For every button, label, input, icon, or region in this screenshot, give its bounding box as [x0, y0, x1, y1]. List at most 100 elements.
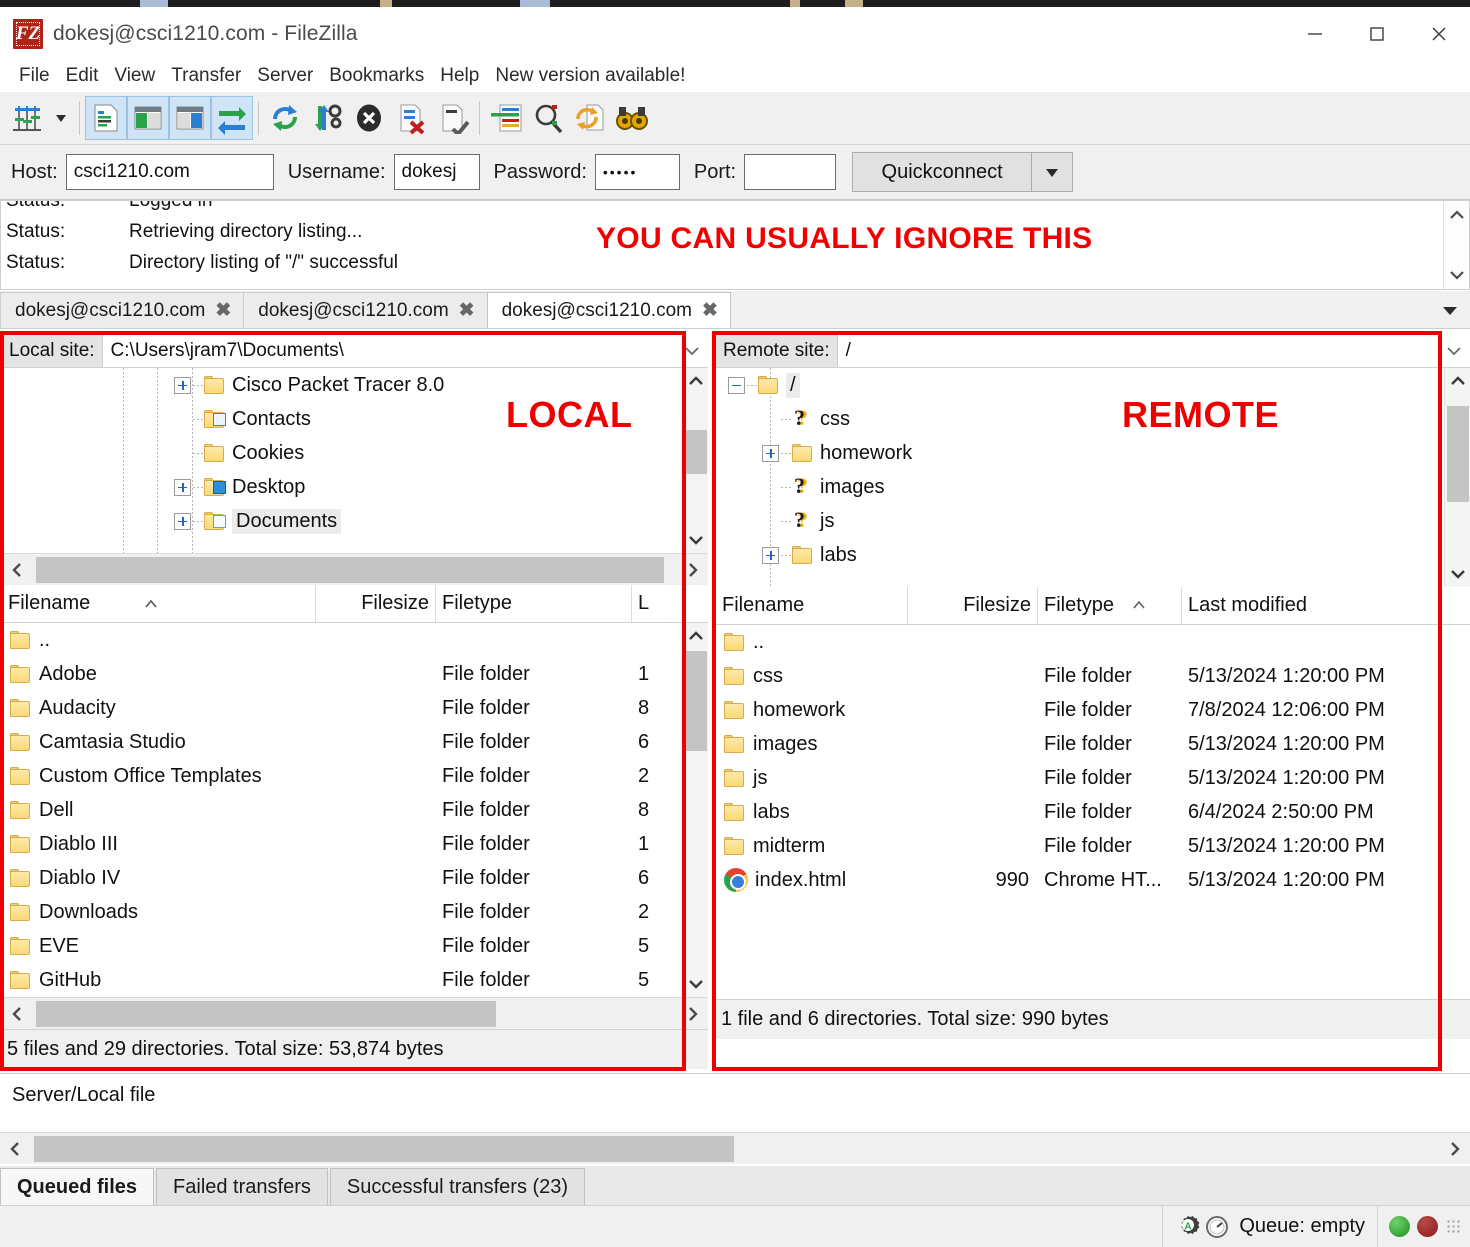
file-row[interactable]: homework File folder 7/8/2024 12:06:00 PM — [716, 693, 1444, 727]
maximize-icon[interactable] — [1346, 7, 1408, 60]
file-row[interactable]: GitHub File folder 5 — [2, 963, 682, 997]
expand-plus-icon[interactable] — [762, 444, 779, 462]
scrollbar-track[interactable] — [32, 998, 678, 1029]
scroll-up-icon[interactable] — [1445, 368, 1470, 394]
menu-view[interactable]: View — [106, 60, 163, 92]
file-row[interactable]: Audacity File folder 8 — [2, 691, 682, 725]
toggle-message-log-icon[interactable] — [85, 96, 127, 140]
scrollbar-thumb[interactable] — [34, 1136, 734, 1162]
scrollbar-track[interactable] — [30, 1133, 1440, 1164]
close-tab-icon[interactable]: ✖ — [459, 299, 475, 322]
port-input[interactable] — [744, 154, 837, 190]
expand-plus-icon[interactable] — [762, 546, 779, 564]
cancel-icon[interactable] — [348, 96, 390, 140]
scroll-down-icon[interactable] — [683, 971, 709, 997]
menu-help[interactable]: Help — [432, 60, 487, 92]
remote-site-chevron-down-icon[interactable] — [1438, 334, 1470, 367]
menu-edit[interactable]: Edit — [58, 60, 107, 92]
scrollbar-thumb[interactable] — [36, 1001, 496, 1027]
menu-server[interactable]: Server — [249, 60, 321, 92]
compare-directories-icon[interactable] — [527, 96, 569, 140]
scroll-down-icon[interactable] — [683, 527, 709, 553]
remote-tree-node-root[interactable]: / — [716, 368, 1444, 402]
file-row[interactable]: js File folder 5/13/2024 1:20:00 PM — [716, 761, 1444, 795]
file-row[interactable]: Downloads File folder 2 — [2, 895, 682, 929]
local-tree-node-documents[interactable]: Documents — [2, 504, 682, 538]
local-tree-node[interactable]: Desktop — [2, 470, 682, 504]
scroll-left-icon[interactable] — [0, 1133, 30, 1165]
local-tree-hscrollbar[interactable] — [2, 553, 708, 585]
remote-tree-node[interactable]: ?? js — [716, 504, 1444, 538]
file-row[interactable]: .. — [716, 625, 1444, 659]
file-row[interactable]: Adobe File folder 1 — [2, 657, 682, 691]
scroll-right-icon[interactable] — [1440, 1133, 1470, 1165]
toggle-local-tree-icon[interactable] — [127, 96, 169, 140]
local-tree-node[interactable]: Cookies — [2, 436, 682, 470]
auto-transfer-gear-icon[interactable]: A — [1175, 1214, 1201, 1240]
filter-icon[interactable] — [485, 96, 527, 140]
scrollbar-thumb[interactable] — [685, 430, 707, 474]
synchronized-browsing-icon[interactable] — [569, 96, 611, 140]
scrollbar-thumb[interactable] — [685, 651, 707, 751]
remote-site-path[interactable]: / — [837, 334, 1438, 367]
host-input[interactable]: csci1210.com — [65, 154, 274, 190]
column-header-filename[interactable]: Filename — [716, 587, 908, 624]
password-input[interactable]: ••••• — [594, 154, 680, 190]
resize-grip-icon[interactable] — [1446, 1218, 1462, 1235]
file-row[interactable]: Dell File folder 8 — [2, 793, 682, 827]
quickconnect-dropdown-caret[interactable] — [1032, 152, 1074, 192]
column-header-filename[interactable]: Filename — [2, 585, 316, 622]
remote-file-list[interactable]: .. css File folder 5/13/2024 1:20:00 PM home… — [716, 625, 1444, 999]
close-tab-icon[interactable]: ✖ — [702, 299, 718, 322]
column-header-filesize[interactable]: Filesize — [316, 585, 436, 622]
scrollbar-thumb[interactable] — [1447, 406, 1469, 502]
toggle-remote-tree-icon[interactable] — [169, 96, 211, 140]
tab-queued-files[interactable]: Queued files — [0, 1168, 155, 1206]
connection-tab-1[interactable]: dokesj@csci1210.com ✖ — [0, 292, 245, 328]
expand-plus-icon[interactable] — [174, 478, 191, 496]
remote-directory-tree[interactable]: / ?? css homework ?? images ? ? js labs — [716, 368, 1444, 587]
remote-tree-scrollbar[interactable] — [1444, 368, 1470, 587]
menu-new-version-available[interactable]: New version available! — [487, 60, 693, 92]
menu-transfer[interactable]: Transfer — [163, 60, 249, 92]
remote-tree-node[interactable]: ?? images — [716, 470, 1444, 504]
local-list-hscrollbar[interactable] — [2, 997, 708, 1029]
file-row[interactable]: labs File folder 6/4/2024 2:50:00 PM — [716, 795, 1444, 829]
connection-tab-3[interactable]: dokesj@csci1210.com ✖ — [486, 292, 731, 328]
scroll-left-icon[interactable] — [2, 554, 32, 586]
transfer-queue-hscrollbar[interactable] — [0, 1132, 1470, 1164]
connection-tab-2[interactable]: dokesj@csci1210.com ✖ — [243, 292, 488, 328]
find-files-icon[interactable] — [611, 96, 653, 140]
column-header-filetype[interactable]: Filetype — [436, 585, 632, 622]
scroll-right-icon[interactable] — [678, 554, 708, 586]
file-row[interactable]: images File folder 5/13/2024 1:20:00 PM — [716, 727, 1444, 761]
quickconnect-button[interactable]: Quickconnect — [852, 152, 1033, 192]
scroll-right-icon[interactable] — [678, 998, 708, 1030]
process-queue-icon[interactable] — [306, 96, 348, 140]
file-row[interactable]: EVE File folder 5 — [2, 929, 682, 963]
remote-tree-node[interactable]: ?? css — [716, 402, 1444, 436]
close-tab-icon[interactable]: ✖ — [215, 299, 231, 322]
remote-tree-node[interactable]: homework — [716, 436, 1444, 470]
speed-limit-icon[interactable] — [1204, 1214, 1230, 1240]
expand-plus-icon[interactable] — [174, 376, 191, 394]
scrollbar-thumb[interactable] — [36, 557, 664, 583]
file-row[interactable]: css File folder 5/13/2024 1:20:00 PM — [716, 659, 1444, 693]
collapse-minus-icon[interactable] — [728, 376, 745, 394]
reconnect-icon[interactable] — [432, 96, 474, 140]
refresh-icon[interactable] — [264, 96, 306, 140]
remote-tree-node[interactable]: labs — [716, 538, 1444, 572]
menu-file[interactable]: File — [11, 60, 58, 92]
minimize-icon[interactable] — [1284, 7, 1346, 60]
message-log-scrollbar[interactable] — [1443, 201, 1469, 289]
menu-bookmarks[interactable]: Bookmarks — [321, 60, 432, 92]
local-site-chevron-down-icon[interactable] — [676, 334, 708, 367]
toggle-transfer-queue-icon[interactable] — [211, 96, 253, 140]
file-row[interactable]: Custom Office Templates File folder 2 — [2, 759, 682, 793]
local-tree-scrollbar[interactable] — [682, 368, 708, 553]
scroll-down-icon[interactable] — [1445, 561, 1470, 587]
tab-failed-transfers[interactable]: Failed transfers — [156, 1168, 328, 1206]
file-row[interactable]: .. — [2, 623, 682, 657]
disconnect-icon[interactable] — [390, 96, 432, 140]
username-input[interactable]: dokesj — [393, 154, 480, 190]
